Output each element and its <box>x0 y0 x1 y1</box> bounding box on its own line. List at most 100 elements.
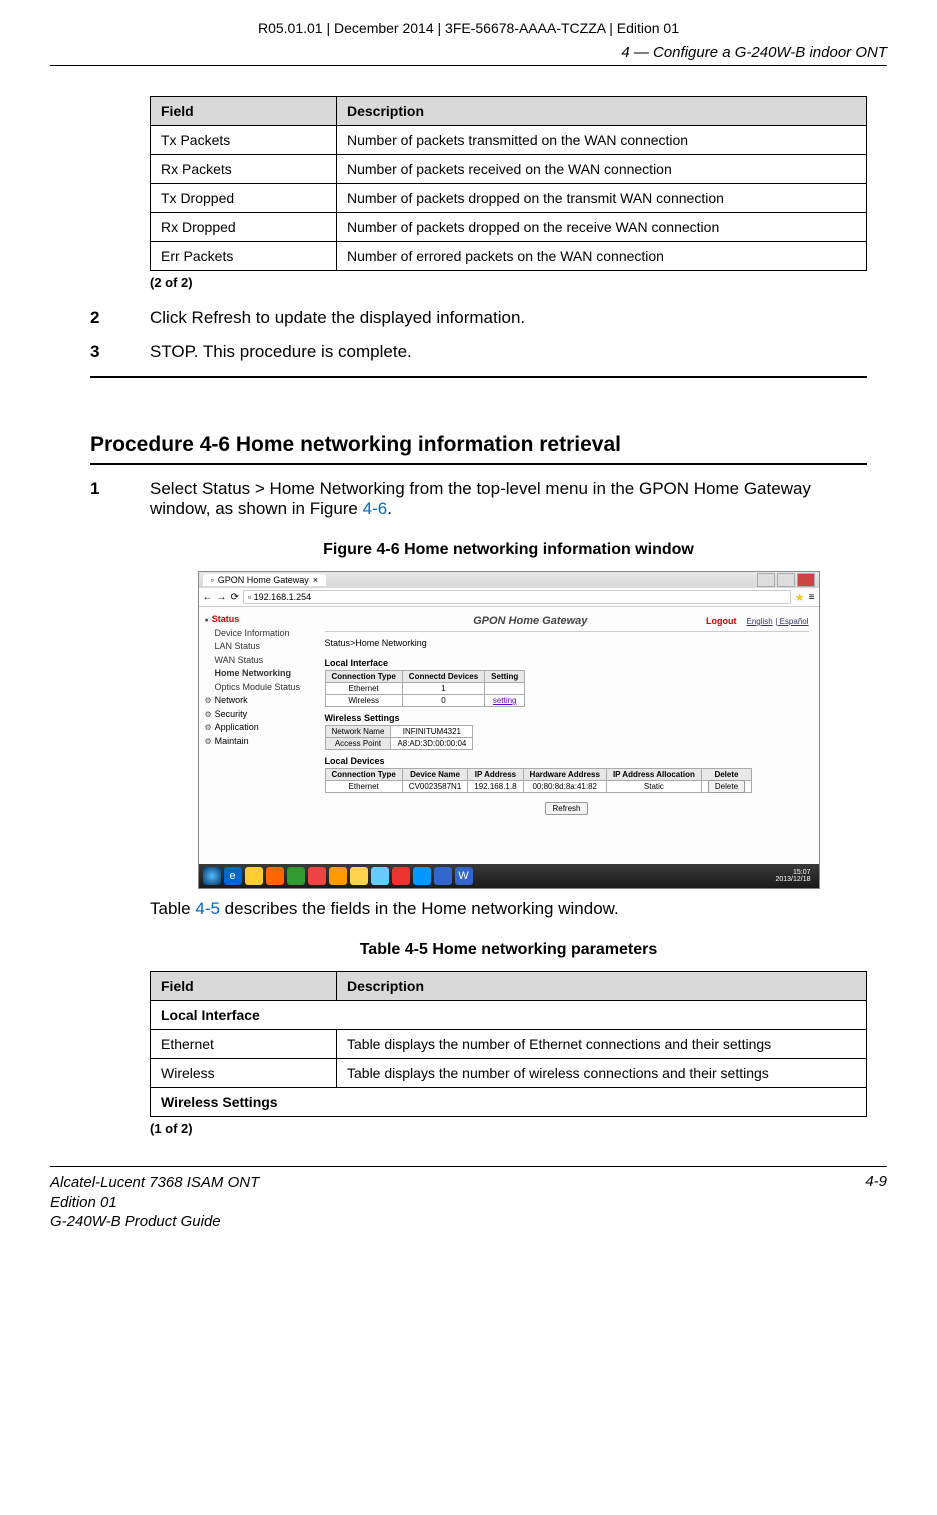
page-number: 4-9 <box>865 1173 887 1232</box>
section-header: Local Interface <box>151 1001 867 1030</box>
section-header: Wireless Settings <box>151 1088 867 1117</box>
table-row: WirelessTable displays the number of wir… <box>151 1059 867 1088</box>
app-icon[interactable] <box>287 867 305 885</box>
lang-espanol[interactable]: Español <box>780 617 809 626</box>
table-row: Rx DroppedNumber of packets dropped on t… <box>151 213 867 242</box>
browser-tab[interactable]: ▫ GPON Home Gateway × <box>203 574 327 586</box>
table-row: Rx PacketsNumber of packets received on … <box>151 155 867 184</box>
local-interface-table: Connection Type Connectd Devices Setting… <box>325 670 526 707</box>
step-1: 1 Select Status > Home Networking from t… <box>90 479 867 519</box>
step-text: STOP. This procedure is complete. <box>150 342 867 362</box>
table-page-note: (1 of 2) <box>150 1121 867 1136</box>
sidebar-item-lan-status[interactable]: LAN Status <box>215 640 315 654</box>
reload-icon[interactable]: ⟳ <box>231 592 239 603</box>
figure-link[interactable]: 4-6 <box>363 499 388 518</box>
tab-close-icon[interactable]: × <box>313 575 318 585</box>
browser-titlebar: ▫ GPON Home Gateway × <box>199 572 819 588</box>
app-icon[interactable] <box>434 867 452 885</box>
procedure-title: Procedure 4-6 Home networking informatio… <box>90 433 867 457</box>
procedure-title-rule <box>90 463 867 465</box>
local-devices-table: Connection Type Device Name IP Address H… <box>325 768 753 793</box>
col-field: Field <box>151 97 337 126</box>
step-3: 3 STOP. This procedure is complete. <box>90 342 867 362</box>
step-text: Click Refresh to update the displayed in… <box>150 308 867 328</box>
ie-icon[interactable]: e <box>224 867 242 885</box>
table-row: Err PacketsNumber of errored packets on … <box>151 242 867 271</box>
lang-english[interactable]: English <box>747 617 773 626</box>
footer-title: Alcatel-Lucent 7368 ISAM ONT <box>50 1173 259 1193</box>
page-footer: Alcatel-Lucent 7368 ISAM ONT Edition 01 … <box>50 1166 887 1232</box>
menu-icon[interactable]: ≡ <box>809 592 815 603</box>
table-row: Access Point A8:AD:3D:00:00:04 <box>325 738 473 750</box>
bookmark-icon[interactable]: ★ <box>795 591 805 604</box>
step-number: 1 <box>90 479 150 519</box>
table-row: Network Name INFINITUM4321 <box>325 726 473 738</box>
col-field: Field <box>151 972 337 1001</box>
firefox-icon[interactable] <box>266 867 284 885</box>
app-icon[interactable] <box>371 867 389 885</box>
explorer-icon[interactable] <box>245 867 263 885</box>
taskbar-clock[interactable]: 15:07 2013/12/18 <box>775 869 814 883</box>
forward-icon[interactable]: → <box>217 592 227 603</box>
page-icon: ▫ <box>211 575 214 585</box>
wan-fields-table: Field Description Tx PacketsNumber of pa… <box>150 96 867 271</box>
sidebar-item-home-networking[interactable]: Home Networking <box>215 667 315 681</box>
address-bar[interactable]: ▫ 192.168.1.254 <box>243 590 791 604</box>
refresh-button[interactable]: Refresh <box>545 802 587 815</box>
section-local-devices: Local Devices <box>325 756 809 766</box>
col-description: Description <box>337 97 867 126</box>
chrome-icon[interactable] <box>308 867 326 885</box>
page-title: GPON Home Gateway <box>473 615 587 627</box>
figure-screenshot: ▫ GPON Home Gateway × ← → ⟳ ▫ 192.168.1.… <box>198 571 820 889</box>
sidebar-item-device-info[interactable]: Device Information <box>215 627 315 641</box>
wireless-settings-table: Network Name INFINITUM4321 Access Point … <box>325 725 474 750</box>
table-row: Tx PacketsNumber of packets transmitted … <box>151 126 867 155</box>
header-rule <box>50 65 887 66</box>
outlook-icon[interactable] <box>350 867 368 885</box>
logout-link[interactable]: Logout <box>706 616 737 626</box>
step-text: Select Status > Home Networking from the… <box>150 479 867 519</box>
sidebar-item-application[interactable]: Application <box>205 721 315 735</box>
table-page-note: (2 of 2) <box>150 275 867 290</box>
section-wireless-settings: Wireless Settings <box>325 713 809 723</box>
table-row: Ethernet CV0023587N1 192.168.1.8 00:80:8… <box>325 781 752 793</box>
section-local-interface: Local Interface <box>325 658 809 668</box>
minimize-button[interactable] <box>757 573 775 587</box>
home-networking-params-table: Field Description Local Interface Ethern… <box>150 971 867 1117</box>
figure-followup-text: Table 4-5 describes the fields in the Ho… <box>150 899 867 919</box>
browser-toolbar: ← → ⟳ ▫ 192.168.1.254 ★ ≡ <box>199 588 819 607</box>
step-number: 2 <box>90 308 150 328</box>
sidebar-item-wan-status[interactable]: WAN Status <box>215 654 315 668</box>
app-icon[interactable] <box>329 867 347 885</box>
close-button[interactable] <box>797 573 815 587</box>
table-row: Tx DroppedNumber of packets dropped on t… <box>151 184 867 213</box>
setting-link[interactable]: setting <box>485 695 525 707</box>
col-description: Description <box>337 972 867 1001</box>
word-icon[interactable]: W <box>455 867 473 885</box>
maximize-button[interactable] <box>777 573 795 587</box>
main-panel: GPON Home Gateway Logout English | Españ… <box>315 607 819 824</box>
table-link[interactable]: 4-5 <box>195 899 220 918</box>
sidebar-item-security[interactable]: Security <box>205 708 315 722</box>
app-icon[interactable] <box>392 867 410 885</box>
sidebar: Status Device Information LAN Status WAN… <box>199 607 315 824</box>
doc-info-header: R05.01.01 | December 2014 | 3FE-56678-AA… <box>50 20 887 36</box>
page-icon: ▫ <box>248 592 251 602</box>
table-row: Ethernet 1 <box>325 683 525 695</box>
table-caption: Table 4-5 Home networking parameters <box>150 941 867 959</box>
sidebar-item-status[interactable]: Status <box>205 613 315 627</box>
app-icon[interactable] <box>413 867 431 885</box>
figure-caption: Figure 4-6 Home networking information w… <box>150 541 867 559</box>
sidebar-item-optics[interactable]: Optics Module Status <box>215 681 315 695</box>
breadcrumb: Status>Home Networking <box>325 638 809 648</box>
back-icon[interactable]: ← <box>203 592 213 603</box>
step-2: 2 Click Refresh to update the displayed … <box>90 308 867 328</box>
footer-edition: Edition 01 <box>50 1193 259 1213</box>
taskbar: e W 15:07 2013/12/18 <box>199 864 819 888</box>
start-button-icon[interactable] <box>203 867 221 885</box>
sidebar-item-network[interactable]: Network <box>205 694 315 708</box>
table-row: EthernetTable displays the number of Eth… <box>151 1030 867 1059</box>
table-row: Wireless 0 setting <box>325 695 525 707</box>
sidebar-item-maintain[interactable]: Maintain <box>205 735 315 749</box>
delete-button[interactable]: Delete <box>708 780 745 793</box>
